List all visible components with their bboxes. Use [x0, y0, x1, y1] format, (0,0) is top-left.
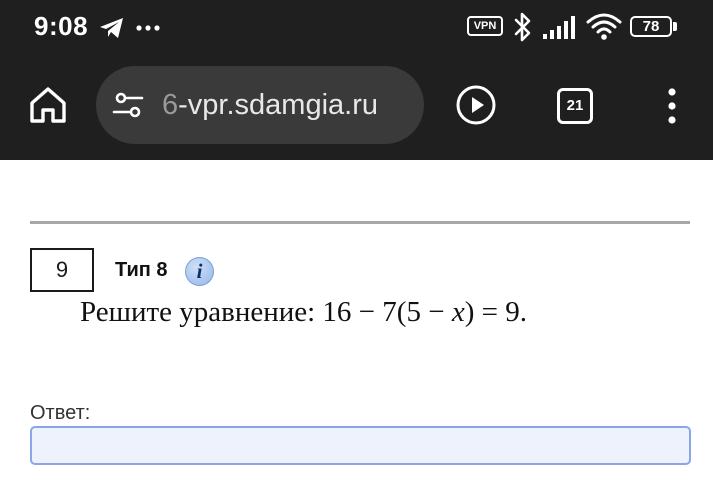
url-main-part: -vpr.sdamgia.ru: [178, 89, 378, 121]
answer-input[interactable]: [30, 426, 691, 465]
url-text: 6-vpr.sdamgia.ru: [162, 88, 418, 122]
bluetooth-icon: [514, 12, 531, 42]
battery-icon: 78: [630, 16, 672, 37]
battery-level: 78: [642, 18, 660, 35]
menu-button[interactable]: [660, 86, 684, 126]
status-bar: 9:08 VPN 78: [0, 0, 713, 56]
wifi-icon: [586, 13, 622, 40]
browser-chrome: 9:08 VPN 78 6-vpr.sdamgia.ru 21: [0, 0, 713, 160]
address-bar[interactable]: 6-vpr.sdamgia.ru: [96, 66, 424, 144]
task-text-before: Решите уравнение: 16 − 7(5 −: [80, 296, 452, 328]
play-button[interactable]: [455, 84, 497, 126]
status-time: 9:08: [34, 11, 89, 41]
url-faded-part: 6: [162, 89, 179, 121]
cell-signal-icon: [543, 16, 575, 39]
more-notifications-icon: [136, 25, 160, 31]
section-divider: [30, 221, 690, 224]
task-number: 9: [30, 248, 94, 292]
browser-toolbar: 6-vpr.sdamgia.ru 21: [0, 56, 713, 160]
home-button[interactable]: [26, 83, 70, 127]
play-icon: [456, 85, 496, 125]
site-settings-icon[interactable]: [112, 89, 144, 121]
screen: 9:08 VPN 78 6-vpr.sdamgia.ru 21 9 Тип 8 …: [0, 0, 713, 504]
menu-icon: [668, 88, 676, 124]
task-variable: x: [451, 296, 465, 328]
info-icon[interactable]: i: [185, 257, 214, 286]
tabs-button[interactable]: 21: [557, 88, 593, 124]
info-glyph: i: [196, 259, 203, 283]
home-icon: [30, 87, 66, 123]
task-statement: Решите уравнение: 16 − 7(5 − x) = 9.: [80, 293, 527, 331]
task-type-label: Тип 8: [115, 259, 168, 281]
tab-count: 21: [566, 97, 584, 114]
telegram-icon: [100, 18, 123, 38]
battery-nub: [673, 22, 677, 31]
vpn-icon: VPN: [467, 16, 503, 36]
answer-label: Ответ:: [30, 402, 91, 424]
task-text-after: ) = 9.: [464, 296, 527, 328]
